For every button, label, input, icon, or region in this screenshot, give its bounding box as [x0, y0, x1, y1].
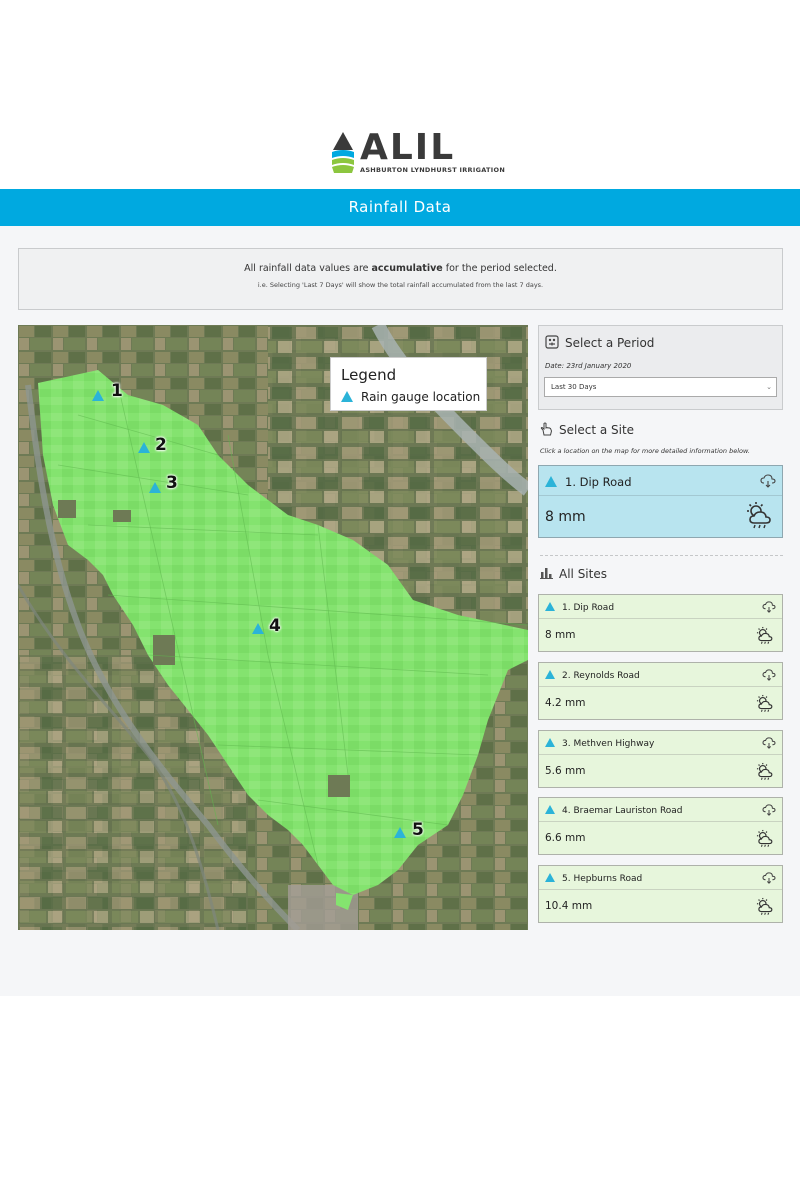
site-value: 6.6 mm [545, 832, 586, 844]
partly-sunny-rain-icon [756, 694, 773, 712]
triangle-icon [545, 805, 555, 814]
selected-site-value: 8 mm [545, 509, 586, 525]
site-value: 8 mm [545, 629, 576, 641]
site-name-label: 3. Methven Highway [562, 739, 655, 749]
page-title-banner: Rainfall Data [0, 189, 800, 226]
site-name: 3. Methven Highway [545, 738, 654, 749]
select-site-label: Select a Site [559, 423, 635, 437]
triangle-icon [545, 873, 555, 882]
pointer-hand-icon [540, 422, 553, 436]
logo-drop-icon [332, 132, 354, 173]
partly-sunny-rain-icon [756, 897, 773, 915]
card-divider [539, 495, 782, 496]
cloud-rain-icon [762, 804, 776, 816]
site-name-label: 5. Hepburns Road [562, 874, 643, 884]
card-divider [539, 754, 782, 755]
site-name-label: 2. Reynolds Road [562, 671, 640, 681]
period-title: Select a Period [545, 335, 654, 350]
partly-sunny-rain-icon [756, 829, 773, 847]
partly-sunny-rain-icon [747, 502, 771, 529]
gauge-label-4[interactable]: 4 [269, 616, 281, 636]
site-card[interactable]: 1. Dip Road 8 mm [538, 594, 783, 652]
period-dropdown[interactable]: Last 30 Days ⌄ [544, 377, 777, 397]
triangle-icon [545, 738, 555, 747]
gauge-label-2[interactable]: 2 [155, 435, 167, 455]
period-date: Date: 23rd January 2020 [545, 362, 632, 370]
info-notice: All rainfall data values are accumulativ… [18, 248, 783, 310]
period-selected-value: Last 30 Days [551, 383, 597, 391]
site-name-label: 4. Braemar Lauriston Road [562, 806, 683, 816]
legend-item-label: Rain gauge location [361, 390, 481, 404]
partly-sunny-rain-icon [756, 626, 773, 644]
gauge-label-1[interactable]: 1 [111, 381, 123, 401]
triangle-icon [545, 476, 557, 487]
map-legend: Legend Rain gauge location [330, 357, 487, 411]
partly-sunny-rain-icon [756, 762, 773, 780]
site-value: 5.6 mm [545, 765, 586, 777]
cloud-rain-icon [762, 601, 776, 613]
triangle-icon [545, 670, 555, 679]
selected-site-name-label: 1. Dip Road [565, 475, 632, 489]
triangle-icon [545, 602, 555, 611]
site-card[interactable]: 3. Methven Highway 5.6 mm [538, 730, 783, 788]
site-name: 4. Braemar Lauriston Road [545, 805, 683, 816]
card-divider [539, 821, 782, 822]
site-name-label: 1. Dip Road [562, 603, 615, 613]
alil-logo: ALIL ASHBURTON LYNDHURST IRRIGATION [330, 127, 505, 176]
select-site-hint: Click a location on the map for more det… [540, 447, 750, 455]
logo-wordmark: ALIL [360, 127, 456, 168]
site-name: 1. Dip Road [545, 602, 614, 613]
bar-chart-icon [540, 568, 553, 579]
gauge-label-5[interactable]: 5 [412, 820, 424, 840]
cloud-rain-icon [762, 669, 776, 681]
all-sites-title: All Sites [540, 567, 607, 581]
notice-bold: accumulative [371, 263, 443, 274]
card-divider [539, 889, 782, 890]
period-panel: Select a Period Date: 23rd January 2020 … [538, 325, 783, 410]
rainfall-map[interactable]: 1 2 3 4 5 Legend Rain gauge location [18, 325, 528, 930]
chevron-down-icon: ⌄ [766, 383, 772, 391]
site-name: 5. Hepburns Road [545, 873, 642, 884]
site-value: 4.2 mm [545, 697, 586, 709]
notice-main-text: All rainfall data values are accumulativ… [19, 263, 782, 274]
site-card[interactable]: 5. Hepburns Road 10.4 mm [538, 865, 783, 923]
period-title-label: Select a Period [565, 336, 655, 350]
notice-prefix: All rainfall data values are [244, 263, 372, 274]
card-divider [539, 618, 782, 619]
site-card[interactable]: 2. Reynolds Road 4.2 mm [538, 662, 783, 720]
legend-item: Rain gauge location [341, 390, 480, 404]
card-divider [539, 686, 782, 687]
selected-site-card[interactable]: 1. Dip Road 8 mm [538, 465, 783, 538]
cloud-rain-icon [762, 872, 776, 884]
notice-suffix: for the period selected. [442, 263, 557, 274]
section-divider [540, 555, 783, 556]
site-card[interactable]: 4. Braemar Lauriston Road 6.6 mm [538, 797, 783, 855]
gauge-label-3[interactable]: 3 [166, 473, 178, 493]
header-logo-area: ALIL ASHBURTON LYNDHURST IRRIGATION [0, 127, 800, 180]
logo-subtitle: ASHBURTON LYNDHURST IRRIGATION [360, 166, 506, 174]
site-value: 10.4 mm [545, 900, 593, 912]
triangle-icon [341, 391, 353, 402]
cloud-rain-icon [762, 737, 776, 749]
notice-example-text: i.e. Selecting 'Last 7 Days' will show t… [257, 281, 544, 289]
calendar-clock-icon [545, 335, 559, 349]
cloud-rain-icon [760, 474, 776, 488]
all-sites-label: All Sites [559, 567, 607, 581]
select-site-title: Select a Site [540, 422, 634, 437]
selected-site-name: 1. Dip Road [545, 475, 632, 489]
site-name: 2. Reynolds Road [545, 670, 640, 681]
legend-title: Legend [341, 366, 397, 384]
